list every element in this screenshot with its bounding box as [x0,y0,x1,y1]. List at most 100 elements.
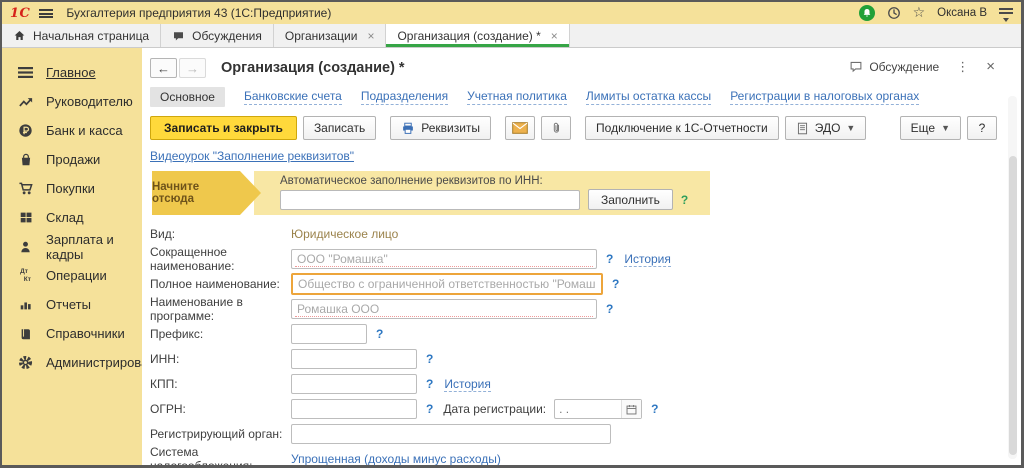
field-short-name: Сокращенное наименование: ? История [150,249,997,269]
sidebar-item-bank-cash[interactable]: Банк и касса [2,116,142,145]
1c-logo: 1С [10,6,30,21]
inn-autofill-input[interactable] [280,190,580,210]
field-inn: ИНН: ? [150,349,997,369]
person-icon [17,240,34,254]
more-menu-icon[interactable]: ⋮ [956,59,969,75]
sidebar-item-sales[interactable]: Продажи [2,145,142,174]
edo-label: ЭДО [815,121,841,135]
tax-system-link[interactable]: Упрощенная (доходы минус расходы) [291,452,501,466]
chat-outline-icon [849,60,863,73]
forward-button[interactable]: → [179,58,206,78]
more-button[interactable]: Еще ▼ [900,116,961,140]
fill-button[interactable]: Заполнить [588,189,673,210]
sidebar-item-payroll-hr[interactable]: Зарплата и кадры [2,232,142,261]
field-label: Система налогообложения: [150,445,291,465]
tab-close-icon[interactable]: × [367,29,374,43]
dt-kt-icon: Дт Кт [17,268,34,282]
kind-value[interactable]: Юридическое лицо [291,227,398,241]
edo-button[interactable]: ЭДО ▼ [785,116,867,140]
nav-link-bank-accounts[interactable]: Банковские счета [244,89,342,105]
attach-button[interactable] [541,116,571,140]
reg-date-input[interactable] [555,402,621,416]
bag-icon [17,152,34,167]
sidebar-label: Главное [46,65,96,80]
paperclip-icon [550,121,563,135]
favorites-icon[interactable]: ☆ [913,6,926,20]
inn-help-link[interactable]: ? [426,352,433,366]
field-tax-system: Система налогообложения: Упрощенная (дох… [150,449,997,465]
gear-icon [17,355,34,370]
field-program-name: Наименование в программе: ? [150,299,997,319]
scrollbar-thumb[interactable] [1009,156,1017,455]
kpp-help-link[interactable]: ? [426,377,433,391]
nav-link-accounting-policy[interactable]: Учетная политика [467,89,567,105]
sidebar-item-manager[interactable]: Руководителю [2,87,142,116]
sidebar-label: Руководителю [46,94,133,109]
current-user[interactable]: Оксана В [937,7,987,19]
sidebar-item-purchases[interactable]: Покупки [2,174,142,203]
field-full-name: Полное наименование: ? [150,274,997,294]
prefix-input[interactable] [291,324,367,344]
short-name-help-link[interactable]: ? [606,252,613,266]
requisites-button[interactable]: Реквизиты [390,116,491,140]
back-button[interactable]: ← [150,58,177,78]
kpp-input[interactable] [291,374,417,394]
envelope-icon [512,122,528,134]
tab-organizations[interactable]: Организации × [274,24,387,47]
requisites-label: Реквизиты [421,121,480,135]
sidebar-label: Отчеты [46,297,91,312]
program-name-help-link[interactable]: ? [606,302,613,316]
sidebar-item-warehouse[interactable]: Склад [2,203,142,232]
full-name-help-link[interactable]: ? [612,277,619,291]
short-name-input[interactable] [291,249,597,269]
sidebar-item-operations[interactable]: Дт Кт Операции [2,261,142,290]
field-kind: Вид: Юридическое лицо [150,224,997,244]
sidebar-label: Банк и касса [46,123,123,138]
video-tutorial-link[interactable]: Видеоурок "Заполнение реквизитов" [150,149,354,163]
nav-link-cash-limits[interactable]: Лимиты остатка кассы [586,89,711,105]
kpp-history-link[interactable]: История [444,377,491,392]
connect-1c-reporting-button[interactable]: Подключение к 1С-Отчетности [585,116,779,140]
vertical-scrollbar[interactable] [1008,96,1017,459]
start-here-arrow: Начните отсюда [152,171,240,215]
nav-link-tax-registrations[interactable]: Регистрации в налоговых органах [730,89,919,105]
tab-label: Организация (создание) * [397,29,540,43]
sidebar-item-reports[interactable]: Отчеты [2,290,142,319]
program-name-input[interactable] [291,299,597,319]
sidebar-item-directories[interactable]: Справочники [2,319,142,348]
help-button[interactable]: ? [967,116,997,140]
notifications-button[interactable] [859,5,875,21]
tab-home[interactable]: Начальная страница [2,24,161,47]
reg-date-help-link[interactable]: ? [651,402,658,416]
reg-organ-input[interactable] [291,424,611,444]
service-menu-icon[interactable] [999,8,1013,19]
short-name-history-link[interactable]: История [624,252,671,267]
sidebar-item-administration[interactable]: Администрирование [2,348,142,377]
main-menu-icon[interactable] [39,9,53,18]
close-form-icon[interactable]: × [986,58,995,75]
sidebar-item-main[interactable]: Главное [2,58,142,87]
tab-organization-create[interactable]: Организация (создание) * × [386,24,569,47]
ogrn-help-link[interactable]: ? [426,402,433,416]
ruble-coin-icon [17,123,34,138]
email-button[interactable] [505,116,535,140]
ogrn-input[interactable] [291,399,417,419]
app-window: 1С Бухгалтерия предприятия 43 (1С:Предпр… [0,0,1024,468]
prefix-help-link[interactable]: ? [376,327,383,341]
tab-close-icon[interactable]: × [551,29,558,43]
save-close-button[interactable]: Записать и закрыть [150,116,297,140]
tab-discussions[interactable]: Обсуждения [161,24,274,47]
save-button[interactable]: Записать [303,116,376,140]
history-icon[interactable] [887,6,901,20]
inn-input[interactable] [291,349,417,369]
nav-tab-main[interactable]: Основное [150,87,225,107]
sidebar-label: Продажи [46,152,100,167]
sidebar-label: Справочники [46,326,125,341]
sidebar-label: Зарплата и кадры [46,232,142,262]
discussion-button[interactable]: Обсуждение [849,60,939,74]
calendar-button[interactable] [621,400,641,418]
nav-link-subdivisions[interactable]: Подразделения [361,89,448,105]
fill-help-link[interactable]: ? [681,193,688,207]
full-name-input[interactable] [291,273,603,295]
field-label: Вид: [150,227,291,241]
